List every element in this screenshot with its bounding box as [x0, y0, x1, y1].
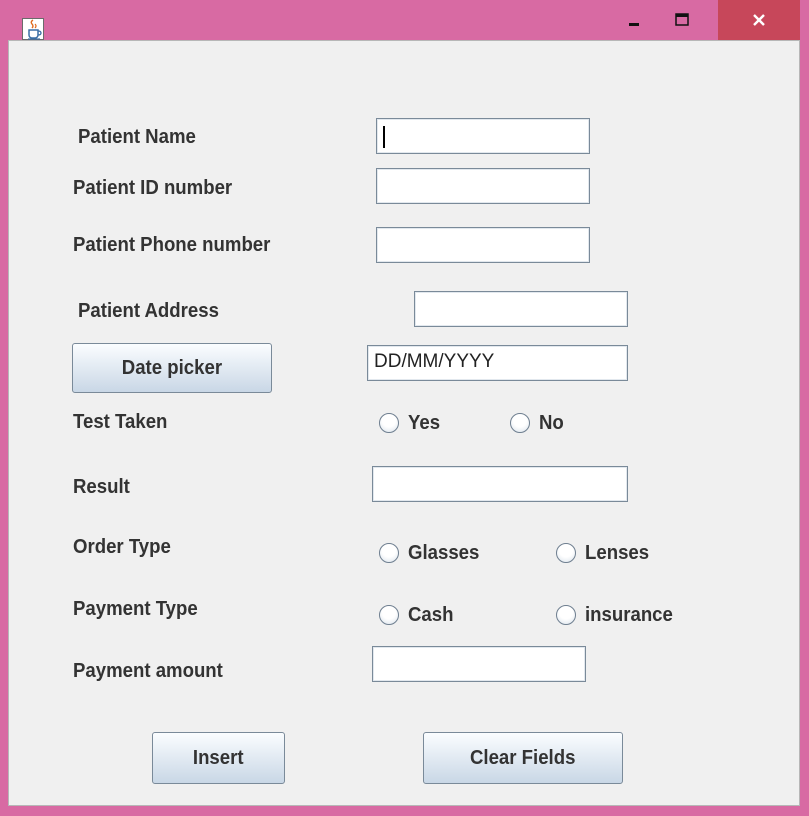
order-type-lenses-radio[interactable]: Lenses: [556, 538, 654, 568]
order-type-label: Order Type: [73, 536, 171, 558]
patient-name-input[interactable]: [376, 118, 590, 154]
date-picker-button[interactable]: Date picker: [72, 343, 272, 393]
date-picker-label: Date picker: [121, 356, 223, 379]
close-button[interactable]: [718, 0, 800, 40]
clear-fields-button-label: Clear Fields: [470, 746, 576, 769]
patient-address-label: Patient Address: [78, 300, 219, 322]
maximize-button[interactable]: [662, 0, 702, 40]
payment-type-insurance-label: insurance: [585, 603, 673, 626]
result-label: Result: [73, 476, 130, 498]
maximize-icon: [675, 13, 689, 26]
close-icon: [753, 14, 765, 26]
patient-name-label: Patient Name: [78, 126, 196, 148]
radio-icon: [556, 605, 576, 625]
test-taken-yes-radio[interactable]: Yes: [379, 408, 442, 438]
patient-id-label: Patient ID number: [73, 177, 233, 199]
order-type-glasses-radio[interactable]: Glasses: [379, 538, 485, 568]
insert-button-label: Insert: [193, 746, 244, 769]
test-taken-no-radio[interactable]: No: [510, 408, 566, 438]
result-input[interactable]: [372, 466, 628, 502]
radio-icon: [510, 413, 530, 433]
order-type-lenses-label: Lenses: [585, 541, 650, 564]
payment-amount-label: Payment amount: [73, 660, 223, 682]
order-type-glasses-label: Glasses: [408, 541, 480, 564]
form-panel: Patient Name Patient ID number Patient P…: [8, 40, 800, 806]
insert-button[interactable]: Insert: [152, 732, 285, 784]
clear-fields-button[interactable]: Clear Fields: [423, 732, 623, 784]
java-cup-icon[interactable]: [22, 18, 44, 40]
payment-amount-input[interactable]: [372, 646, 586, 682]
payment-type-insurance-radio[interactable]: insurance: [556, 600, 679, 630]
app-window: Patient Name Patient ID number Patient P…: [0, 0, 809, 816]
radio-icon: [379, 413, 399, 433]
title-bar[interactable]: [0, 0, 809, 40]
patient-phone-label: Patient Phone number: [73, 234, 271, 256]
test-taken-label: Test Taken: [73, 411, 168, 433]
radio-icon: [379, 543, 399, 563]
patient-address-input[interactable]: [414, 291, 628, 327]
patient-phone-input[interactable]: [376, 227, 590, 263]
test-taken-yes-label: Yes: [408, 411, 441, 434]
radio-icon: [379, 605, 399, 625]
text-caret: [383, 126, 385, 148]
payment-type-label: Payment Type: [73, 598, 198, 620]
minimize-button[interactable]: [614, 0, 654, 40]
date-input[interactable]: DD/MM/YYYY: [367, 345, 628, 381]
payment-type-cash-radio[interactable]: Cash: [379, 600, 457, 630]
patient-id-input[interactable]: [376, 168, 590, 204]
date-value: DD/MM/YYYY: [374, 351, 495, 372]
payment-type-cash-label: Cash: [408, 603, 454, 626]
minimize-icon: [629, 23, 639, 26]
radio-icon: [556, 543, 576, 563]
test-taken-no-label: No: [539, 411, 564, 434]
